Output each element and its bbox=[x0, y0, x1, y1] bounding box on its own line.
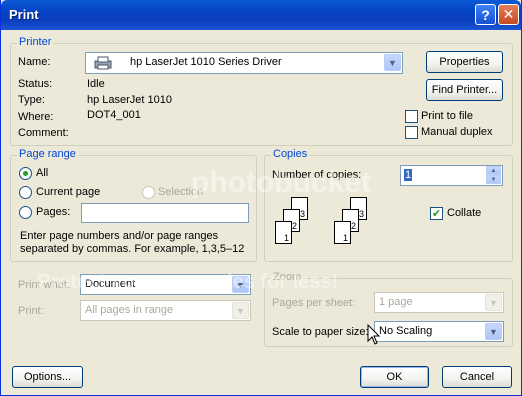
scale-to-paper-size-value: No Scaling bbox=[379, 325, 433, 337]
status-label: Status: bbox=[18, 78, 53, 90]
close-icon: ✕ bbox=[502, 6, 515, 22]
window-title: Print bbox=[9, 7, 39, 22]
where-label: Where: bbox=[18, 111, 54, 123]
chevron-down-icon: ▼ bbox=[485, 294, 502, 311]
pages-radio[interactable] bbox=[19, 206, 32, 219]
spin-up-icon[interactable]: ▲ bbox=[486, 166, 501, 175]
chevron-down-icon: ▼ bbox=[232, 302, 249, 319]
scale-to-paper-size-select[interactable]: No Scaling ▼ bbox=[374, 321, 504, 342]
ok-button[interactable]: OK bbox=[360, 366, 429, 388]
print-what-label: Print what: bbox=[18, 279, 70, 291]
all-radio[interactable] bbox=[19, 167, 32, 180]
find-printer-button[interactable]: Find Printer... bbox=[426, 79, 503, 101]
current-page-radio[interactable] bbox=[19, 186, 32, 199]
collate-label: Collate bbox=[447, 207, 482, 219]
title-bar[interactable]: Print ? ✕ bbox=[1, 0, 521, 30]
selection-radio[interactable] bbox=[142, 186, 155, 199]
type-label: Type: bbox=[18, 94, 45, 106]
page-range-group-label: Page range bbox=[17, 148, 78, 160]
zoom-group-label: Zoom bbox=[271, 271, 304, 283]
number-of-copies-value: 1 bbox=[404, 169, 413, 181]
close-button[interactable]: ✕ bbox=[498, 4, 519, 25]
help-button[interactable]: ? bbox=[475, 4, 496, 25]
help-icon: ? bbox=[481, 6, 490, 23]
status-value: Idle bbox=[87, 78, 105, 90]
print-what-select[interactable]: Document ▼ bbox=[80, 274, 251, 295]
spin-down-icon[interactable]: ▼ bbox=[486, 175, 501, 184]
number-of-copies-label: Number of copies: bbox=[272, 169, 362, 181]
manual-duplex-label: Manual duplex bbox=[421, 126, 493, 138]
where-value: DOT4_001 bbox=[87, 109, 141, 121]
pages-label: Pages: bbox=[36, 206, 71, 218]
print-label: Print: bbox=[18, 305, 44, 317]
cancel-button[interactable]: Cancel bbox=[442, 366, 512, 388]
chevron-down-icon: ▼ bbox=[485, 323, 502, 340]
pages-input[interactable] bbox=[81, 203, 249, 223]
printer-group-label: Printer bbox=[17, 36, 54, 48]
chevron-down-icon: ▼ bbox=[384, 54, 401, 71]
print-value: All pages in range bbox=[85, 304, 174, 316]
manual-duplex-checkbox[interactable] bbox=[405, 126, 418, 139]
pages-per-sheet-select[interactable]: 1 page ▼ bbox=[374, 292, 504, 313]
copies-group-label: Copies bbox=[271, 148, 310, 160]
printer-icon bbox=[92, 56, 114, 70]
print-what-value: Document bbox=[85, 278, 136, 290]
properties-button[interactable]: Properties bbox=[426, 51, 503, 73]
pages-per-sheet-label: Pages per sheet: bbox=[272, 297, 356, 309]
all-label: All bbox=[36, 167, 49, 179]
print-to-file-checkbox[interactable] bbox=[405, 110, 418, 123]
printer-name-value: hp LaserJet 1010 Series Driver bbox=[130, 56, 282, 68]
printer-name-select[interactable]: hp LaserJet 1010 Series Driver ▼ bbox=[85, 52, 403, 74]
options-button[interactable]: Options... bbox=[12, 366, 83, 388]
print-dialog: Print ? ✕ Printer Name: hp LaserJet 1010… bbox=[0, 0, 522, 396]
page-range-help-line-1: Enter page numbers and/or page ranges bbox=[20, 230, 219, 242]
printer-name-label: Name: bbox=[18, 56, 51, 68]
print-to-file-label: Print to file bbox=[421, 110, 473, 122]
chevron-down-icon: ▼ bbox=[232, 276, 249, 293]
scale-to-paper-size-label: Scale to paper size: bbox=[272, 326, 369, 338]
type-value: hp LaserJet 1010 bbox=[87, 94, 173, 106]
number-of-copies-spinner[interactable]: 1 ▲ ▼ bbox=[400, 165, 503, 186]
collate-checkbox[interactable]: ✔ bbox=[430, 207, 443, 220]
print-select[interactable]: All pages in range ▼ bbox=[80, 300, 251, 321]
page-range-help-line-2: separated by commas. For example, 1,3,5–… bbox=[20, 243, 245, 255]
mouse-cursor-icon bbox=[367, 324, 381, 345]
comment-label: Comment: bbox=[18, 127, 69, 139]
selection-label: Selection bbox=[158, 186, 204, 198]
current-page-label: Current page bbox=[36, 186, 101, 198]
pages-per-sheet-value: 1 page bbox=[379, 296, 413, 308]
